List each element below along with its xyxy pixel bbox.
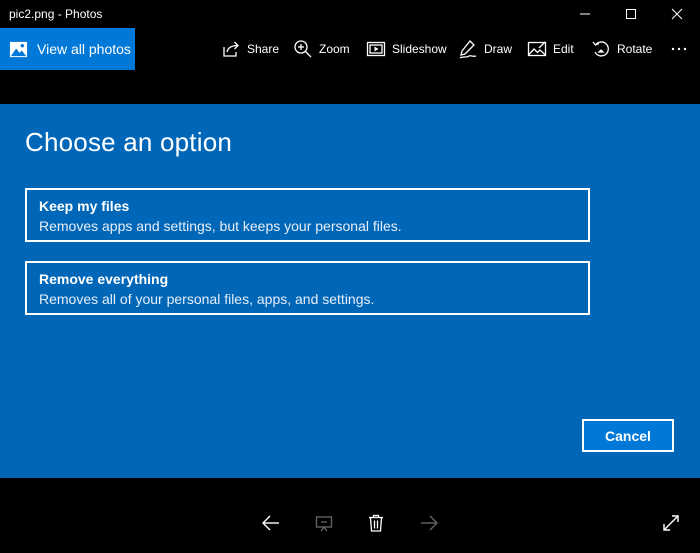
remove-everything-option[interactable]: Remove everything Removes all of your pe…	[25, 261, 590, 315]
edit-button[interactable]: Edit	[527, 28, 574, 70]
close-icon	[671, 8, 683, 20]
rotate-label: Rotate	[617, 42, 653, 56]
rotate-icon	[592, 41, 609, 57]
slideshow-label: Slideshow	[392, 42, 447, 56]
zoom-button[interactable]: Zoom	[293, 28, 350, 70]
fullscreen-icon	[663, 515, 679, 531]
more-options-button[interactable]	[668, 28, 690, 70]
minimize-button[interactable]	[562, 0, 608, 28]
slideshow-button[interactable]: Slideshow	[366, 28, 447, 70]
rotate-button[interactable]: Rotate	[591, 28, 652, 70]
draw-button[interactable]: Draw	[458, 28, 512, 70]
slideshow-icon	[366, 41, 386, 57]
back-arrow-icon	[262, 515, 279, 531]
delete-button[interactable]	[364, 511, 388, 535]
fullscreen-button[interactable]	[659, 511, 683, 535]
view-all-photos-button[interactable]: View all photos	[0, 28, 135, 70]
toolbar: View all photos Share Zoom Slideshow Dra…	[0, 28, 700, 70]
option-description: Removes all of your personal files, apps…	[39, 291, 375, 307]
share-icon	[223, 41, 239, 57]
window-controls	[562, 0, 700, 28]
draw-icon	[459, 40, 477, 59]
slideshow-add-icon	[315, 516, 333, 532]
edit-icon	[527, 41, 547, 57]
edit-label: Edit	[553, 42, 574, 56]
maximize-button[interactable]	[608, 0, 654, 28]
zoom-icon	[294, 40, 312, 58]
bottom-bar	[0, 478, 700, 553]
draw-label: Draw	[484, 42, 513, 56]
photo-content: Choose an option Keep my files Removes a…	[0, 104, 700, 478]
more-icon	[671, 47, 687, 51]
previous-button[interactable]	[259, 511, 283, 535]
option-title: Remove everything	[39, 271, 169, 287]
title-bar: pic2.png - Photos	[0, 0, 700, 28]
delete-icon	[369, 514, 383, 532]
maximize-icon	[626, 9, 636, 19]
view-all-photos-label: View all photos	[37, 41, 131, 57]
add-to-slideshow-button[interactable]	[312, 511, 336, 535]
top-spacer	[0, 70, 700, 104]
share-button[interactable]: Share	[221, 28, 279, 70]
zoom-label: Zoom	[319, 42, 350, 56]
forward-arrow-icon	[421, 515, 438, 531]
window-title: pic2.png - Photos	[9, 7, 103, 21]
keep-my-files-option[interactable]: Keep my files Removes apps and settings,…	[25, 188, 590, 242]
dialog-heading: Choose an option	[25, 127, 233, 157]
option-description: Removes apps and settings, but keeps you…	[39, 218, 402, 234]
share-label: Share	[247, 42, 280, 56]
minimize-icon	[580, 13, 590, 15]
close-button[interactable]	[654, 0, 700, 28]
photos-icon	[9, 41, 28, 57]
cancel-button[interactable]: Cancel	[582, 419, 674, 452]
option-title: Keep my files	[39, 198, 130, 214]
next-button[interactable]	[417, 511, 441, 535]
